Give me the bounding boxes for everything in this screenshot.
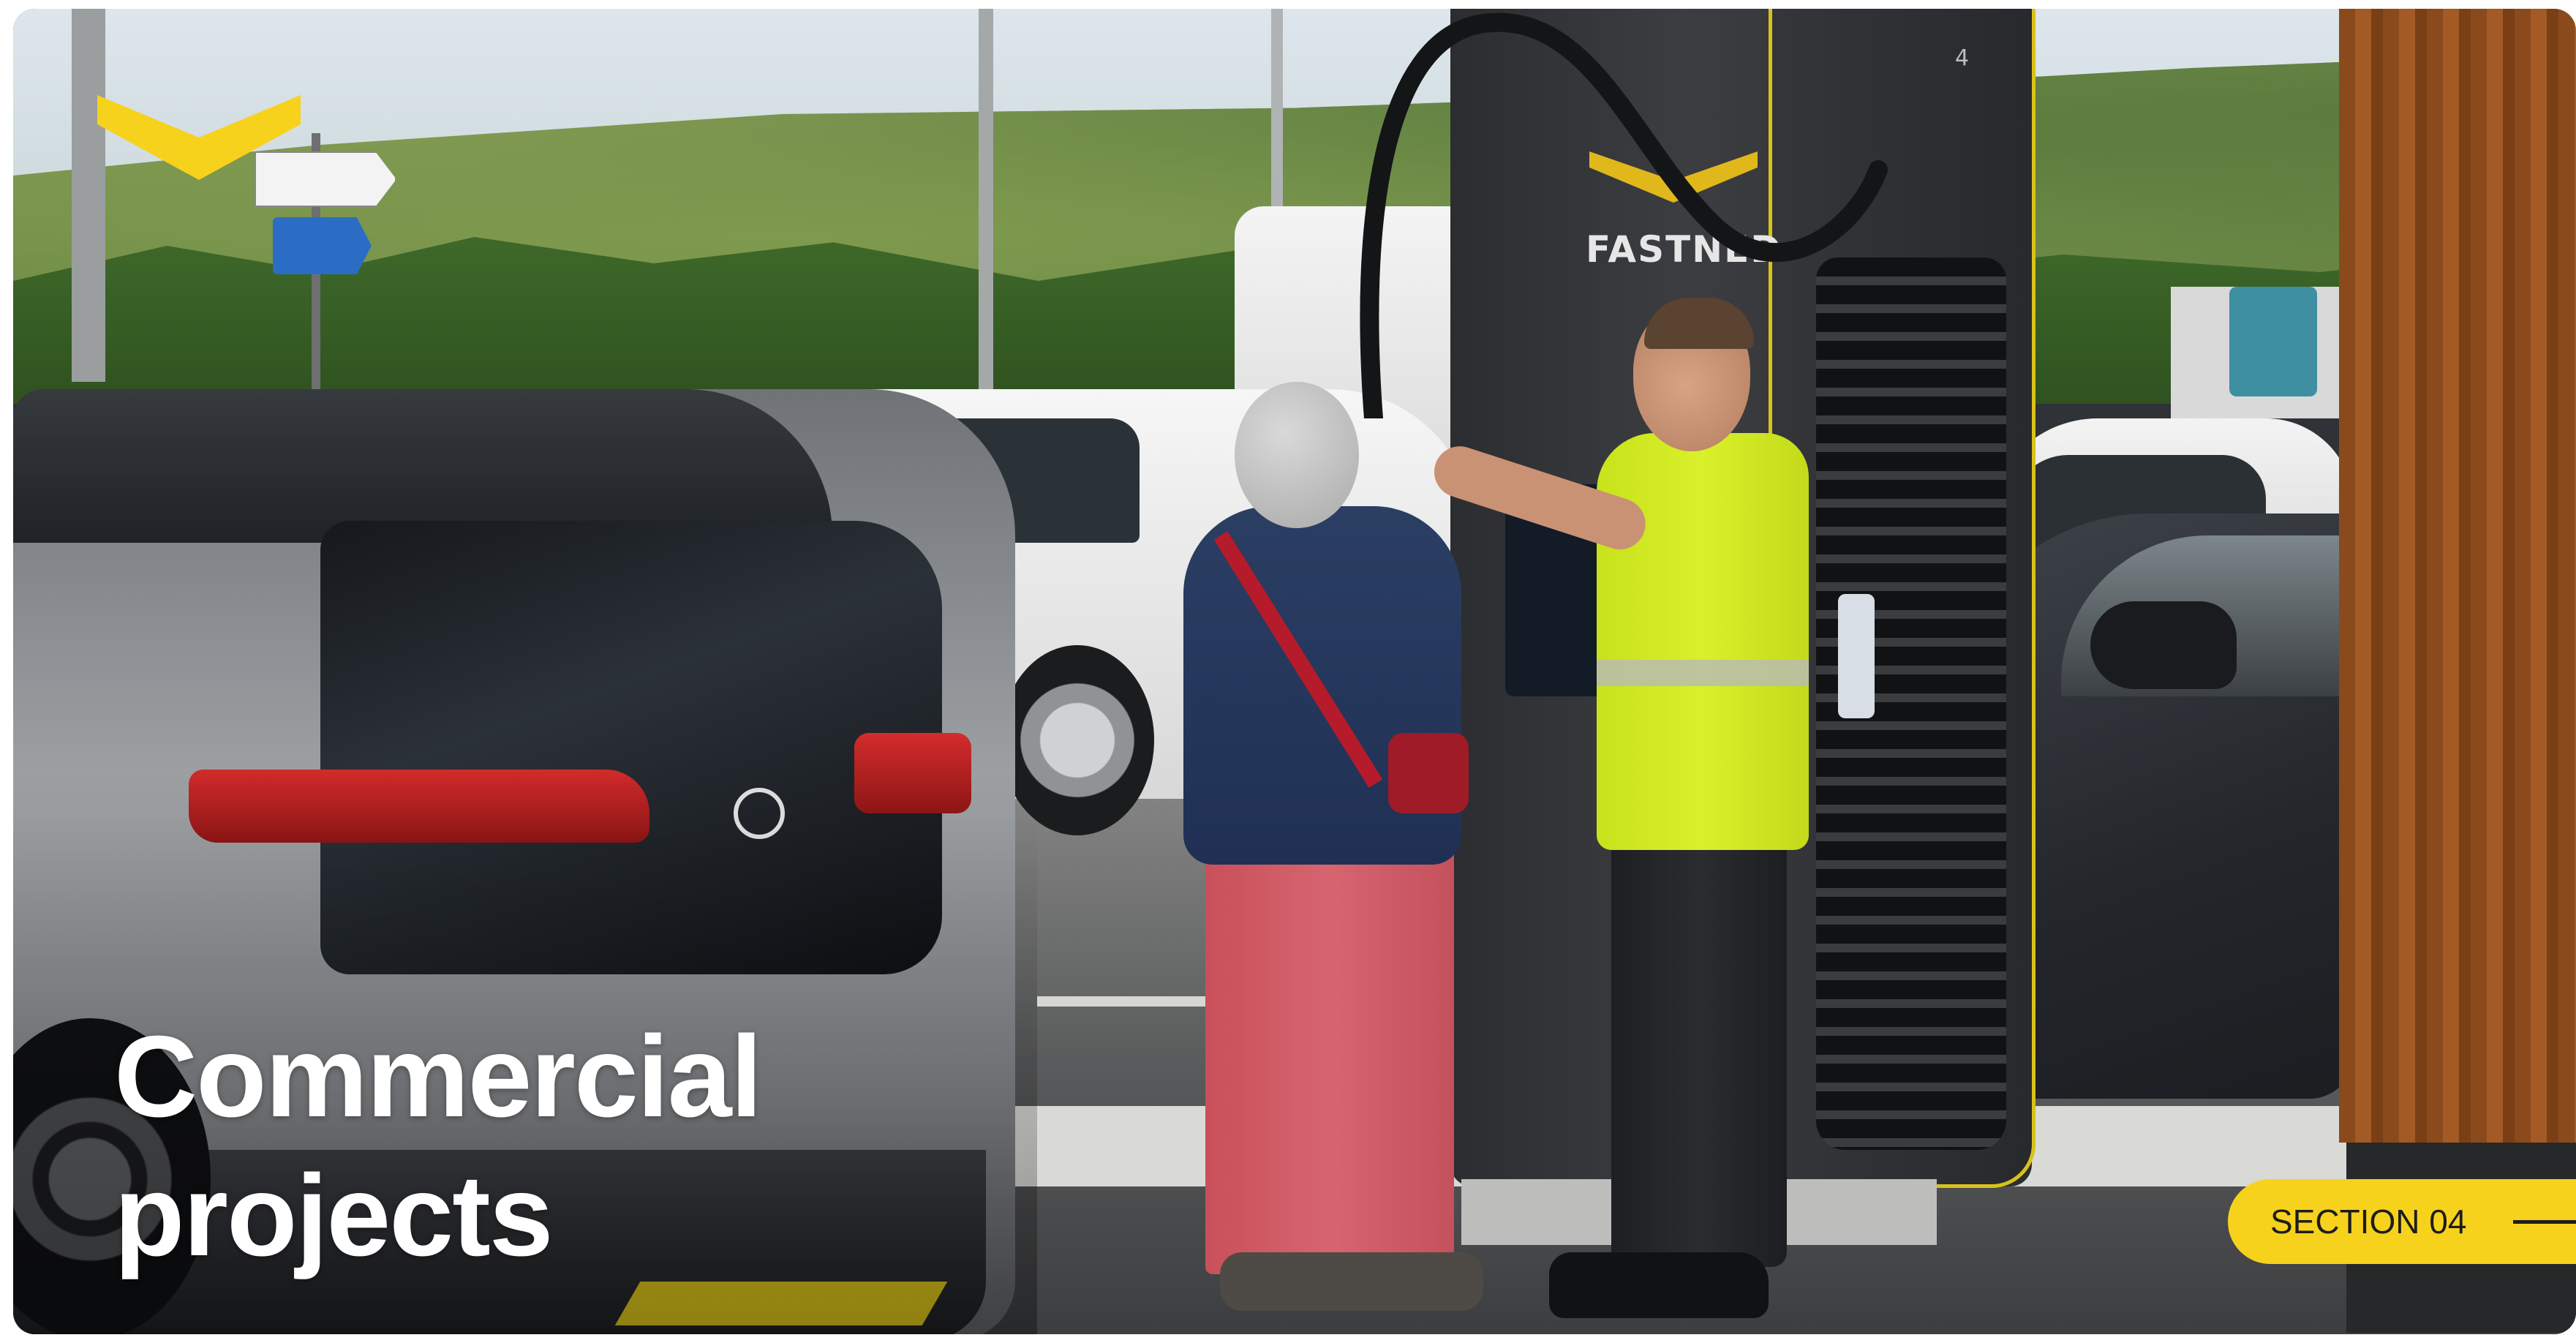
wooden-canopy-post xyxy=(2339,9,2576,1143)
section-label: SECTION 04 xyxy=(2270,1203,2467,1241)
charging-cable xyxy=(1360,12,1888,418)
woman-shoes xyxy=(1220,1252,1483,1311)
truck-cab xyxy=(2229,287,2317,396)
title-line-1: Commercial xyxy=(114,1012,762,1141)
section-badge: SECTION 04 xyxy=(2228,1179,2576,1264)
bag xyxy=(1388,733,1469,813)
dark-car-mirror xyxy=(2090,601,2237,689)
white-car-wheel xyxy=(1001,645,1154,835)
man-hi-vis-vest xyxy=(1597,433,1809,850)
vw-car-roof xyxy=(13,389,832,543)
chevron-logo-icon xyxy=(97,95,301,180)
light-pole xyxy=(1271,9,1283,228)
page-title: Commercial projects xyxy=(114,1007,762,1285)
light-pole xyxy=(979,9,993,389)
man-shoes xyxy=(1549,1252,1769,1318)
man-trousers xyxy=(1611,828,1787,1267)
charger-card-reader xyxy=(1838,594,1875,718)
vest-reflective-stripe xyxy=(1597,660,1809,686)
woman-head xyxy=(1235,382,1359,528)
slide-frame: FASTNED 4 Commercial projects xyxy=(13,9,2576,1334)
woman-trousers xyxy=(1205,821,1454,1274)
section-dash xyxy=(2513,1220,2576,1224)
vw-tail-light xyxy=(854,733,971,813)
light-pole xyxy=(72,9,105,382)
title-line-2: projects xyxy=(114,1151,554,1280)
road-sign-blue xyxy=(273,217,372,274)
charger-number: 4 xyxy=(1955,45,1970,71)
